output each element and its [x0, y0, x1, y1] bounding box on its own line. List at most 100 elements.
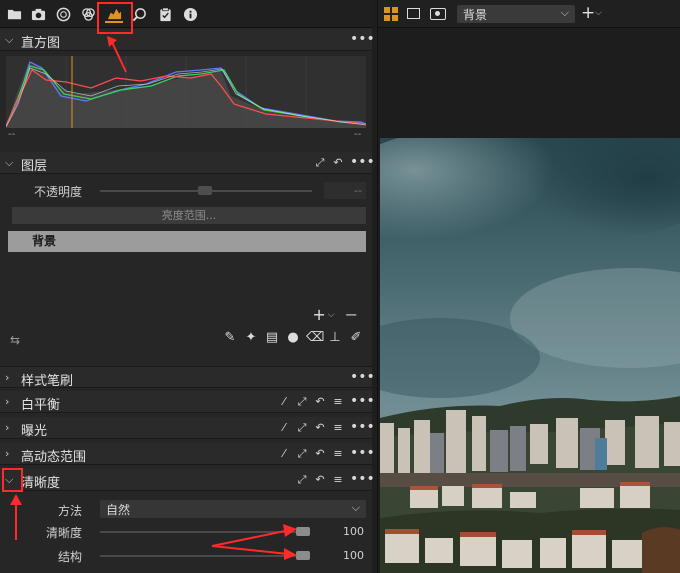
expand-icon[interactable]: ⤢	[296, 447, 308, 461]
picker-icon[interactable]: ⁄	[278, 395, 290, 409]
clarity-slider-thumb[interactable]	[296, 527, 310, 536]
exposure-tab-icon[interactable]	[105, 5, 123, 23]
variant-layer-select[interactable]: 背景 ⌵	[457, 5, 575, 23]
layers-title: 图层	[21, 159, 48, 174]
viewer-eye-icon[interactable]	[430, 8, 446, 20]
section-style-brush[interactable]: › 样式笔刷 •••	[0, 366, 375, 389]
presets-icon[interactable]: ≡	[332, 473, 344, 487]
clarity-label: 清晰度	[46, 526, 83, 540]
expand-icon[interactable]: ⤢	[296, 473, 308, 487]
chevron-down-icon[interactable]: ⌵	[595, 8, 602, 18]
expand-icon[interactable]: ⤢	[314, 156, 326, 170]
picker-icon[interactable]: ⁄	[278, 421, 290, 435]
structure-label: 结构	[58, 550, 83, 564]
opacity-value: --	[354, 184, 362, 197]
histogram-tick-right: --	[354, 129, 362, 140]
layer-item-background[interactable]: 背景	[8, 231, 366, 252]
opacity-slider-thumb[interactable]	[198, 186, 212, 195]
histogram-tick-left: --	[8, 129, 16, 140]
presets-icon[interactable]: ≡	[332, 395, 344, 409]
section-title: 曝光	[21, 424, 48, 439]
info-icon[interactable]	[181, 5, 199, 23]
luma-range-button[interactable]: 亮度范围...	[12, 207, 366, 224]
clarity-value[interactable]: 100	[330, 525, 364, 538]
picker-icon[interactable]: ⁄	[278, 447, 290, 461]
eraser-icon[interactable]: ⌫	[306, 330, 324, 346]
linear-gradient-icon[interactable]: ▤	[264, 330, 280, 346]
section-title: 白平衡	[21, 398, 61, 413]
histogram-header[interactable]: ⌵ 直方图 •••	[0, 29, 375, 51]
more-options-icon[interactable]: •••	[350, 472, 375, 487]
chevron-down-icon[interactable]: ⌵	[5, 473, 17, 487]
layers-header[interactable]: ⌵ 图层 ⤢ ↶ •••	[0, 152, 375, 174]
opacity-label: 不透明度	[34, 185, 83, 199]
expand-icon[interactable]: ⤢	[296, 421, 308, 435]
chevron-right-icon[interactable]: ›	[5, 371, 17, 385]
section-white-balance[interactable]: › 白平衡 ⁄ ⤢ ↶ ≡ •••	[0, 391, 375, 413]
adjustment-panel: ⌵ 直方图 ••• -- -- ⌵ 图层 ⤢ ↶ ••• 不透明度 -- 亮度范…	[0, 0, 375, 573]
chevron-right-icon[interactable]: ›	[5, 421, 17, 435]
brush-icon[interactable]: ✎	[222, 330, 238, 346]
chevron-right-icon[interactable]: ›	[5, 447, 17, 461]
add-icon[interactable]: +	[581, 3, 595, 23]
viewer-panel: 背景 ⌵ + ⌵	[377, 0, 680, 573]
clarity-title: 清晰度	[21, 476, 61, 491]
structure-value[interactable]: 100	[330, 549, 364, 562]
expand-icon[interactable]: ⤢	[296, 395, 308, 409]
mask-tools: ✎ ✦ ▤ ● ⌫ ⊥ ✐	[222, 330, 364, 346]
swap-icon[interactable]: ⇆	[10, 333, 20, 347]
chevron-down-icon[interactable]: ⌵	[5, 33, 17, 47]
camera-icon[interactable]	[29, 5, 47, 23]
viewer-toolbar: 背景 ⌵ + ⌵	[378, 0, 680, 28]
more-options-icon[interactable]: •••	[350, 394, 375, 409]
remove-layer-icon[interactable]: −	[345, 305, 358, 324]
clarity-slider-track[interactable]	[100, 531, 308, 533]
reset-icon[interactable]: ↶	[314, 421, 326, 435]
section-title: 样式笔刷	[21, 374, 74, 389]
structure-slider-thumb[interactable]	[296, 551, 310, 560]
metadata-clipboard-icon[interactable]	[156, 5, 174, 23]
method-label: 方法	[58, 504, 83, 518]
layer-add-remove: + ⌵ −	[312, 305, 358, 324]
more-options-icon[interactable]: •••	[350, 446, 375, 461]
reset-icon[interactable]: ↶	[314, 473, 326, 487]
color-icon[interactable]	[79, 5, 97, 23]
presets-icon[interactable]: ≡	[332, 421, 344, 435]
presets-icon[interactable]: ≡	[332, 447, 344, 461]
chevron-down-icon: ⌵	[560, 6, 569, 19]
chevron-down-icon: ⌵	[351, 501, 360, 514]
folder-icon[interactable]	[5, 5, 23, 23]
section-hdr[interactable]: › 高动态范围 ⁄ ⤢ ↶ ≡ •••	[0, 443, 375, 465]
single-view-icon[interactable]	[407, 8, 420, 19]
stamp-icon[interactable]: ⊥	[327, 330, 343, 346]
clarity-header[interactable]: ⌵ 清晰度 ⤢ ↶ ≡ •••	[0, 469, 375, 491]
details-magnifier-icon[interactable]	[130, 5, 148, 23]
chevron-down-icon[interactable]: ⌵	[328, 310, 335, 320]
grid-view-icon[interactable]	[384, 7, 398, 21]
variant-select-value: 背景	[463, 8, 488, 22]
reset-icon[interactable]: ↶	[332, 156, 344, 170]
tool-tabs-bar	[0, 0, 372, 28]
reset-icon[interactable]: ↶	[314, 395, 326, 409]
structure-slider-row: 结构 100	[0, 546, 372, 566]
method-value: 自然	[106, 503, 131, 517]
magic-brush-icon[interactable]: ✦	[243, 330, 259, 346]
pen-erase-icon[interactable]: ✐	[348, 330, 364, 346]
structure-slider-track[interactable]	[100, 555, 308, 557]
lens-icon[interactable]	[54, 5, 72, 23]
reset-icon[interactable]: ↶	[314, 447, 326, 461]
more-options-icon[interactable]: •••	[350, 32, 375, 47]
more-options-icon[interactable]: •••	[350, 155, 375, 170]
more-options-icon[interactable]: •••	[350, 420, 375, 435]
histogram-graph	[5, 56, 367, 128]
chevron-right-icon[interactable]: ›	[5, 395, 17, 409]
section-exposure[interactable]: › 曝光 ⁄ ⤢ ↶ ≡ •••	[0, 417, 375, 439]
method-select[interactable]: 自然 ⌵	[100, 500, 366, 518]
radial-gradient-icon[interactable]: ●	[285, 330, 301, 346]
clarity-slider-row: 清晰度 100	[0, 522, 372, 542]
add-layer-icon[interactable]: +	[312, 305, 325, 324]
photo-preview[interactable]	[380, 138, 680, 573]
section-title: 高动态范围	[21, 450, 87, 465]
more-options-icon[interactable]: •••	[350, 370, 375, 385]
chevron-down-icon[interactable]: ⌵	[5, 156, 17, 170]
